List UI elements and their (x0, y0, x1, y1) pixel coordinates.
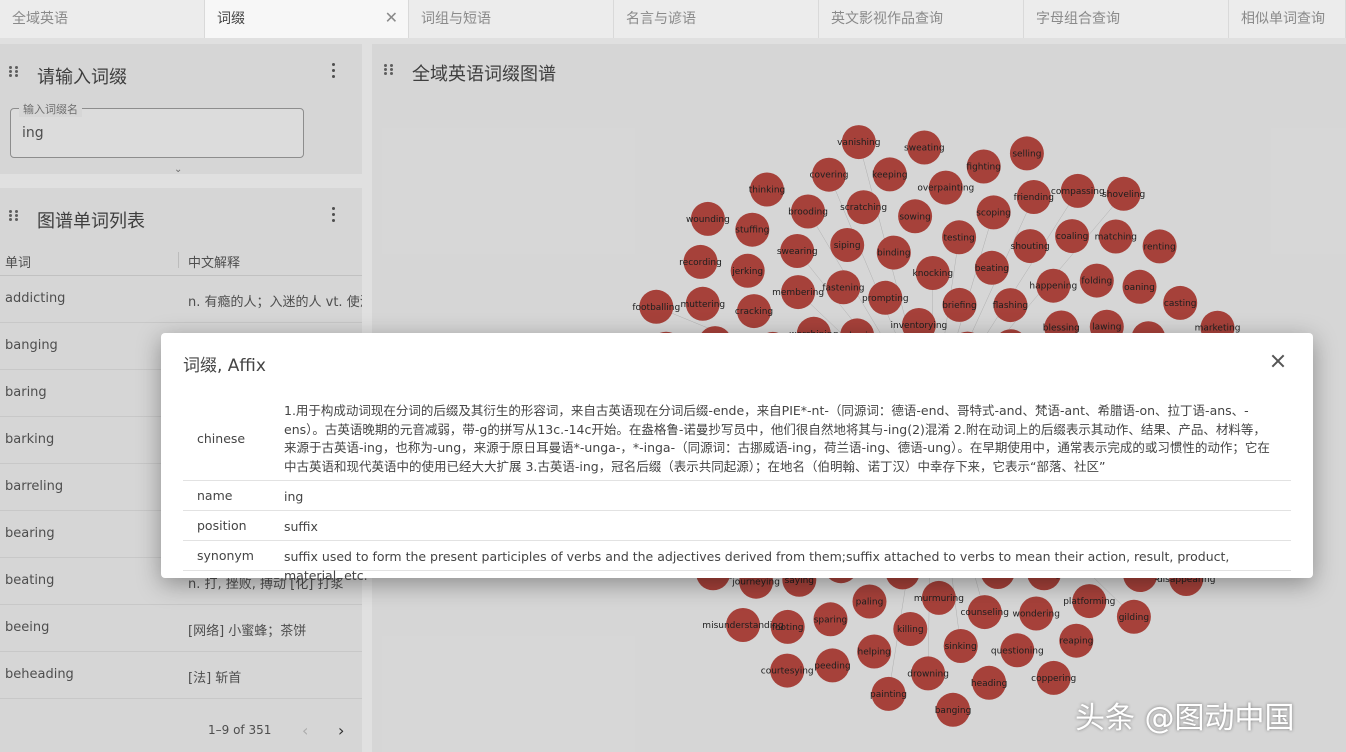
close-icon[interactable]: ✕ (385, 8, 398, 27)
tab-label: 词组与短语 (421, 11, 491, 27)
tab-label: 名言与谚语 (626, 11, 696, 27)
dialog-title: 词缀, Affix (183, 356, 266, 376)
watermark: 头条 @图动中国 (1075, 701, 1295, 736)
property-row-chinese: chinese 1.用于构成动词现在分词的后缀及其衍生的形容词，来自古英语现在分… (183, 399, 1291, 481)
tab-label: 英文影视作品查询 (831, 11, 943, 27)
tab-phrases[interactable]: 词组与短语 (409, 0, 614, 38)
tab-label: 全域英语 (12, 11, 68, 27)
property-key: chinese (197, 431, 246, 446)
property-row-synonym: synonym suffix used to form the present … (183, 541, 1291, 583)
tab-quotes[interactable]: 名言与谚语 (614, 0, 819, 38)
tab-bar: 全域英语 词缀 ✕ 词组与短语 名言与谚语 英文影视作品查询 字母组合查询 相似单… (0, 0, 1346, 38)
property-row-name: name ing (183, 481, 1291, 511)
property-value: suffix used to form the present particip… (284, 549, 1230, 583)
property-key: position (197, 518, 247, 533)
property-value: 1.用于构成动词现在分词的后缀及其衍生的形容词，来自古英语现在分词后缀-ende… (284, 403, 1270, 474)
property-value: suffix (284, 519, 318, 534)
tab-affix[interactable]: 词缀 ✕ (205, 0, 409, 38)
close-icon[interactable] (1268, 351, 1288, 371)
tab-label: 字母组合查询 (1036, 11, 1120, 27)
property-value: ing (284, 489, 304, 504)
property-key: synonym (197, 548, 254, 563)
property-row-position: position suffix (183, 511, 1291, 541)
tab-letter-combo[interactable]: 字母组合查询 (1024, 0, 1229, 38)
tab-similar-words[interactable]: 相似单词查询 (1229, 0, 1346, 38)
property-key: name (197, 488, 233, 503)
tab-film-query[interactable]: 英文影视作品查询 (819, 0, 1024, 38)
tab-global-english[interactable]: 全域英语 (0, 0, 205, 38)
tab-label: 词缀 (217, 11, 245, 27)
affix-detail-dialog: 词缀, Affix chinese 1.用于构成动词现在分词的后缀及其衍生的形容… (161, 333, 1313, 583)
tab-label: 相似单词查询 (1241, 11, 1325, 27)
